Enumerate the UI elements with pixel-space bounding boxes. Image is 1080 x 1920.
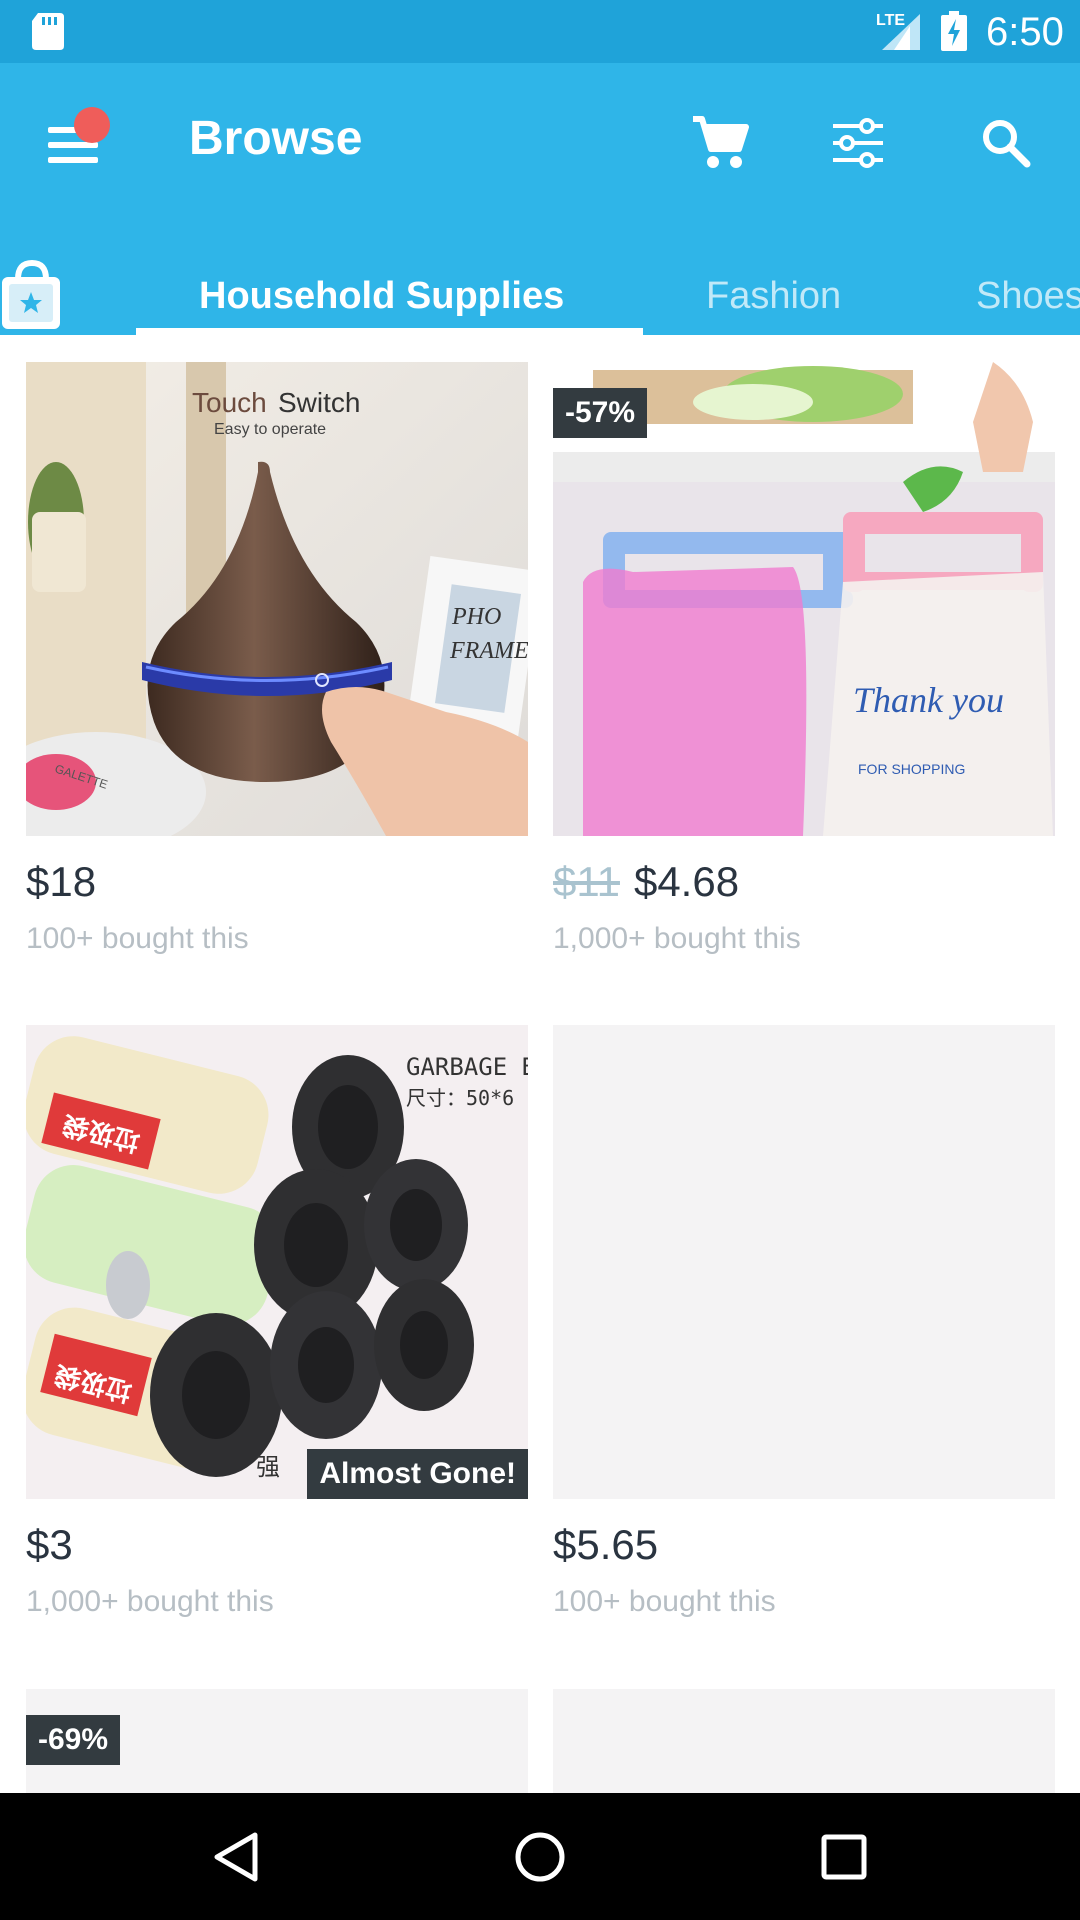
sold-count: 100+ bought this bbox=[553, 1585, 776, 1618]
price: $3 bbox=[26, 1521, 73, 1568]
product-image: 垃圾袋 垃圾袋 GARBAGE B 尺寸：50*6 强 Almost Gone! bbox=[26, 1025, 528, 1499]
signal-icon: LTE bbox=[874, 12, 922, 52]
notification-dot bbox=[74, 107, 110, 143]
app-bar: Browse Household Supplies Fashion Shoes bbox=[0, 63, 1080, 335]
switch-text: Switch bbox=[278, 387, 360, 418]
clock: 6:50 bbox=[986, 10, 1064, 54]
filter-button[interactable] bbox=[818, 103, 898, 183]
recents-icon bbox=[821, 1834, 867, 1880]
sold-count: 1,000+ bought this bbox=[26, 1585, 274, 1618]
filter-sliders-icon bbox=[833, 118, 883, 168]
tab-fashion[interactable]: Fashion bbox=[706, 275, 841, 318]
status-bar: LTE 6:50 bbox=[0, 0, 1080, 63]
sold-count: 1,000+ bought this bbox=[553, 922, 801, 955]
original-price: $11 bbox=[553, 858, 620, 905]
price: $5.65 bbox=[553, 1521, 659, 1568]
price-row: $3 bbox=[26, 1521, 73, 1569]
home-icon bbox=[515, 1832, 565, 1882]
recents-button[interactable] bbox=[804, 1821, 884, 1893]
price: $4.68 bbox=[633, 858, 740, 905]
network-type-label: LTE bbox=[876, 12, 906, 29]
touch-text: Touch bbox=[192, 387, 267, 418]
battery-charging-icon bbox=[941, 11, 967, 51]
garbage-bag-text: GARBAGE B bbox=[406, 1053, 528, 1081]
bag-print-text: Thank you bbox=[853, 680, 1004, 720]
bag-print-text: FOR SHOPPING bbox=[858, 761, 965, 777]
discount-badge: -57% bbox=[553, 388, 648, 438]
price-row: $5.65 bbox=[553, 1521, 658, 1569]
size-text: 尺寸：50*6 bbox=[406, 1086, 514, 1110]
corner-text: 强 bbox=[256, 1453, 280, 1481]
shopping-bag-star-icon[interactable] bbox=[0, 259, 62, 331]
cart-icon bbox=[693, 116, 749, 168]
product-image-placeholder bbox=[553, 1689, 1055, 1793]
easy-to-operate-text: Easy to operate bbox=[214, 421, 326, 438]
product-image: Thank you FOR SHOPPING -57% bbox=[553, 362, 1055, 836]
price-row: $18 bbox=[26, 858, 96, 906]
search-icon bbox=[983, 120, 1031, 168]
tab-shoes[interactable]: Shoes bbox=[976, 275, 1080, 318]
home-button[interactable] bbox=[500, 1821, 580, 1893]
back-icon bbox=[214, 1832, 258, 1882]
almost-gone-badge: Almost Gone! bbox=[307, 1449, 528, 1499]
sd-card-icon bbox=[32, 13, 64, 50]
category-tabs: Household Supplies Fashion Shoes bbox=[0, 235, 1080, 335]
product-image-placeholder bbox=[553, 1025, 1055, 1499]
hamburger-line bbox=[48, 157, 98, 163]
product-image: PHO FRAME GALETTE Touch Switch Easy to o… bbox=[26, 362, 528, 836]
cart-button[interactable] bbox=[680, 103, 760, 183]
price-row: $11 $4.68 bbox=[553, 858, 739, 906]
price: $18 bbox=[26, 858, 97, 905]
active-tab-indicator bbox=[136, 328, 643, 335]
back-button[interactable] bbox=[196, 1821, 276, 1893]
tab-household-supplies[interactable]: Household Supplies bbox=[199, 275, 564, 318]
photo-frame-text: PHO bbox=[451, 604, 501, 630]
search-button[interactable] bbox=[966, 103, 1046, 183]
menu-button[interactable] bbox=[34, 105, 114, 185]
product-image-placeholder: -69% bbox=[26, 1689, 528, 1793]
system-nav-bar bbox=[0, 1793, 1080, 1920]
sold-count: 100+ bought this bbox=[26, 922, 249, 955]
discount-badge: -69% bbox=[26, 1715, 121, 1765]
photo-frame-text: FRAME bbox=[449, 638, 528, 664]
page-title: Browse bbox=[189, 112, 363, 165]
